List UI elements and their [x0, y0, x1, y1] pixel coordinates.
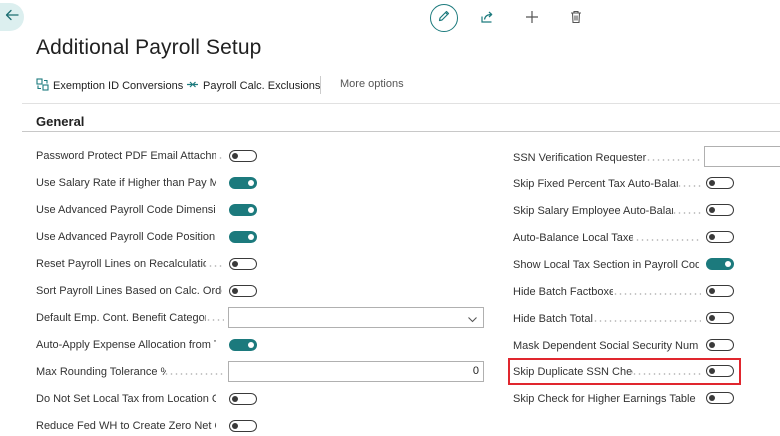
toggle-knob	[232, 153, 238, 159]
field-dots	[593, 320, 701, 322]
toggle-knob	[709, 288, 715, 294]
toggle-knob	[709, 395, 715, 401]
share-button[interactable]	[473, 5, 501, 33]
toggle-knob	[232, 423, 238, 429]
show-local-tax-section-toggle[interactable]	[706, 258, 734, 270]
payroll-calc-exclusions-action[interactable]: Payroll Calc. Exclusions	[186, 78, 320, 94]
field-dots	[218, 157, 224, 159]
use-salary-rate-label: Use Salary Rate if Higher than Pay Ma...	[36, 177, 216, 189]
field-dots	[203, 265, 224, 267]
hide-batch-totals-label: Hide Batch Totals	[513, 313, 593, 325]
show-local-tax-section-label: Show Local Tax Section in Payroll Cod...	[513, 259, 699, 271]
toggle-knob	[709, 234, 715, 240]
field-dots	[164, 373, 224, 375]
mask-dependent-ssn-toggle[interactable]	[706, 339, 734, 351]
toggle-knob	[725, 261, 731, 267]
field-dots	[646, 159, 701, 161]
default-emp-cont-benefit-category-select[interactable]	[228, 307, 484, 328]
field-dots	[613, 293, 701, 295]
action-bar-divider	[22, 103, 780, 104]
skip-fixed-percent-tax-toggle[interactable]	[706, 177, 734, 189]
toggle-knob	[248, 180, 254, 186]
toggle-knob	[232, 261, 238, 267]
advanced-payroll-code-dimensions-label: Use Advanced Payroll Code Dimensions	[36, 204, 216, 216]
ssn-verification-requester-id-label: SSN Verification Requester ID	[513, 152, 648, 164]
plus-icon	[525, 10, 539, 29]
mask-dependent-ssn-label: Mask Dependent Social Security Num...	[513, 340, 699, 352]
skip-check-higher-earnings-label: Skip Check for Higher Earnings Table ...	[513, 393, 699, 405]
sort-payroll-lines-toggle[interactable]	[229, 285, 257, 297]
skip-salary-employee-label: Skip Salary Employee Auto-Balance	[513, 205, 673, 217]
field-dots	[201, 319, 224, 321]
field-dots	[630, 239, 701, 241]
toggle-knob	[709, 342, 715, 348]
do-not-set-local-tax-label: Do Not Set Local Tax from Location C...	[36, 393, 216, 405]
more-options-label: More options	[340, 78, 404, 90]
do-not-set-local-tax-toggle[interactable]	[229, 393, 257, 405]
field-dots	[677, 185, 701, 187]
page-title: Additional Payroll Setup	[36, 36, 262, 59]
auto-balance-local-taxes-toggle[interactable]	[706, 231, 734, 243]
toggle-knob	[709, 207, 715, 213]
trash-icon	[569, 10, 583, 29]
toggle-knob	[709, 315, 715, 321]
edit-button[interactable]	[430, 4, 458, 32]
auto-balance-local-taxes-label: Auto-Balance Local Taxes	[513, 232, 633, 244]
exemption-id-conversions-label: Exemption ID Conversions	[53, 80, 184, 92]
skip-check-higher-earnings-toggle[interactable]	[706, 392, 734, 404]
auto-apply-expense-allocation-label: Auto-Apply Expense Allocation from T...	[36, 339, 216, 351]
toggle-knob	[248, 342, 254, 348]
back-button[interactable]	[0, 3, 24, 31]
pencil-icon	[437, 9, 451, 28]
reset-payroll-lines-toggle[interactable]	[229, 258, 257, 270]
toggle-knob	[248, 234, 254, 240]
max-rounding-tolerance-input[interactable]: 0	[228, 361, 484, 382]
toggle-knob	[232, 396, 238, 402]
advanced-payroll-code-position-label: Use Advanced Payroll Code Position / ...	[36, 231, 216, 243]
exclusion-icon	[186, 78, 199, 94]
reduce-fed-wh-label: Reduce Fed WH to Create Zero Net C...	[36, 420, 216, 432]
chevron-down-icon	[467, 312, 478, 330]
more-options-button[interactable]: More options	[340, 78, 404, 90]
arrow-left-icon	[5, 8, 19, 26]
field-dots	[672, 212, 701, 214]
exemption-id-conversions-action[interactable]: Exemption ID Conversions	[36, 78, 183, 94]
ssn-verification-requester-id-input[interactable]	[704, 146, 780, 167]
hide-batch-factboxes-toggle[interactable]	[706, 285, 734, 297]
advanced-payroll-code-dimensions-toggle[interactable]	[229, 204, 257, 216]
delete-button[interactable]	[562, 5, 590, 33]
skip-salary-employee-toggle[interactable]	[706, 204, 734, 216]
new-button[interactable]	[518, 5, 546, 33]
default-emp-cont-benefit-category-label: Default Emp. Cont. Benefit Category	[36, 312, 206, 324]
max-rounding-tolerance-label: Max Rounding Tolerance %	[36, 366, 166, 378]
hide-batch-totals-toggle[interactable]	[706, 312, 734, 324]
section-title-general: General	[36, 114, 85, 129]
reset-payroll-lines-label: Reset Payroll Lines on Recalculation	[36, 258, 206, 270]
password-protect-pdf-label: Password Protect PDF Email Attachme...	[36, 150, 216, 162]
highlight-box	[508, 358, 741, 385]
share-icon	[480, 10, 494, 29]
section-divider	[22, 131, 780, 132]
action-separator	[320, 76, 321, 94]
password-protect-pdf-toggle[interactable]	[229, 150, 257, 162]
advanced-payroll-code-position-toggle[interactable]	[229, 231, 257, 243]
toggle-knob	[709, 180, 715, 186]
toggle-knob	[232, 288, 238, 294]
payroll-calc-exclusions-label: Payroll Calc. Exclusions	[203, 80, 321, 92]
hide-batch-factboxes-label: Hide Batch Factboxes	[513, 286, 613, 298]
reduce-fed-wh-toggle[interactable]	[229, 420, 257, 432]
conversion-icon	[36, 78, 49, 94]
toggle-knob	[248, 207, 254, 213]
sort-payroll-lines-label: Sort Payroll Lines Based on Calc. Order	[36, 285, 222, 297]
use-salary-rate-toggle[interactable]	[229, 177, 257, 189]
skip-fixed-percent-tax-label: Skip Fixed Percent Tax Auto-Balance	[513, 178, 678, 190]
auto-apply-expense-allocation-toggle[interactable]	[229, 339, 257, 351]
